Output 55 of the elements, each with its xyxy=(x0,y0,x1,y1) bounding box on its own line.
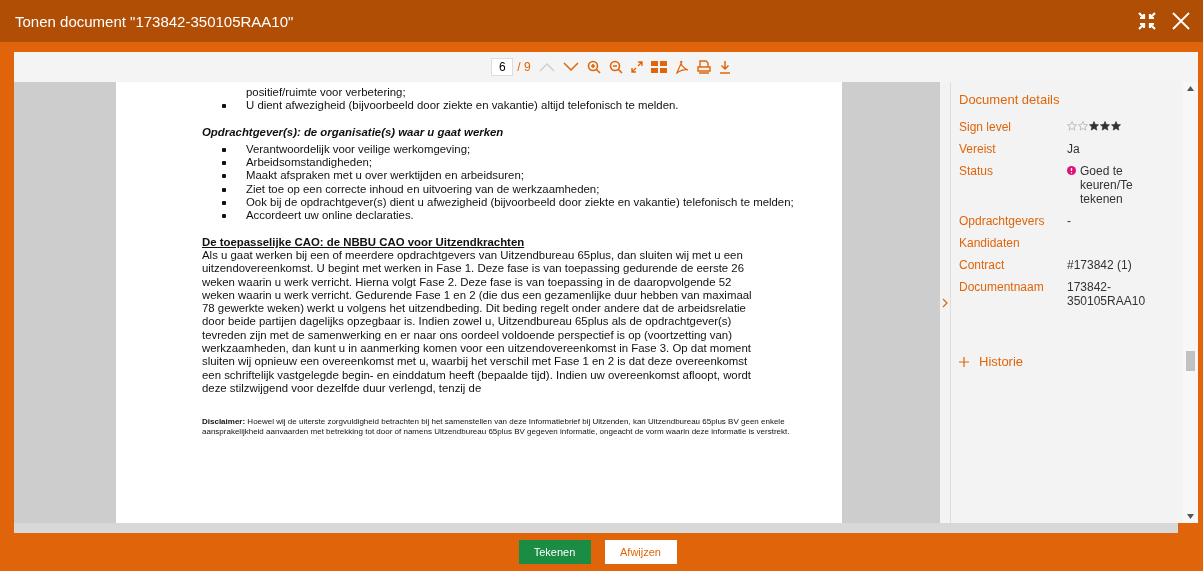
list-item-text: Maakt afspraken met u over werktijden en arbeidsuren; xyxy=(246,169,524,183)
field-value: #173842 (1) xyxy=(1067,258,1133,272)
field-label: Sign level xyxy=(959,120,1013,134)
list-item-text: Accordeert uw online declaraties. xyxy=(246,209,414,223)
section-heading: De toepasselijke CAO: de NBBU CAO voor Uitzendkrachten xyxy=(202,235,525,249)
scrollbar-thumb[interactable] xyxy=(1186,351,1195,371)
field-value: 173842-350105RAA10 xyxy=(1067,280,1147,308)
page-number-field[interactable]: 6 xyxy=(491,58,514,76)
star-filled-icon xyxy=(1111,121,1121,131)
window-title: Tonen document "173842-350105RAA10" xyxy=(15,12,294,30)
grid-icon[interactable] xyxy=(650,61,667,73)
scrollbar[interactable] xyxy=(1183,82,1198,523)
history-toggle[interactable]: Historie xyxy=(959,354,1170,369)
scroll-up-icon[interactable] xyxy=(1187,86,1194,91)
star-filled-icon xyxy=(1089,121,1099,131)
star-outline-icon xyxy=(1078,121,1088,131)
status-text: Goed te keuren/Te tekenen xyxy=(1080,164,1134,206)
list-item-text: positief/ruimte voor verbetering; xyxy=(246,86,406,100)
download-icon[interactable] xyxy=(718,60,731,74)
print-icon[interactable] xyxy=(696,60,711,74)
pdf-icon[interactable] xyxy=(674,60,689,74)
field-value: - xyxy=(1067,214,1072,228)
list-item-text: Ziet toe op een correcte inhoud en uitvoering van de werkzaamheden; xyxy=(246,182,600,197)
panel-toggle[interactable] xyxy=(940,82,951,523)
alert-icon xyxy=(1067,166,1076,175)
reject-button[interactable]: Afwijzen xyxy=(604,540,677,564)
plus-icon xyxy=(959,356,969,367)
list-item-text: U dient afwezigheid (bijvoorbeeld door ziekte en vakantie) altijd telefonisch te melden. xyxy=(246,99,679,113)
list-item-text: Verantwoordelijk voor veilige werkomgeving; xyxy=(246,142,471,157)
zoom-in-icon[interactable] xyxy=(586,60,601,74)
field-label: Kandidaten xyxy=(959,236,1021,250)
zoom-out-icon[interactable] xyxy=(608,60,623,74)
scroll-down-icon[interactable] xyxy=(1187,514,1194,519)
field-label: Status xyxy=(959,164,995,180)
star-filled-icon xyxy=(1100,121,1110,131)
list-item-text: Arbeidsomstandigheden; xyxy=(246,156,372,170)
disclaimer-text: Disclaimer: Hoewel wij de uiterste zorgvuldigheid betrachten bij het samenstellen van deze Informatiebrief bij Uitzenden, kan Uitzendbureau 65plus BV geen enkele aansprakelijkheid aanvaarden met betrekking tot door of namens Uitzendbureau 65plus BV gegeven informatie, ongeacht de vorm waarin deze informatie is verstrekt. xyxy=(202,417,791,437)
section-heading: Opdrachtgever(s): de organisatie(s) waar u gaat werken xyxy=(202,125,505,139)
close-icon[interactable] xyxy=(1171,11,1191,31)
field-label: Contract xyxy=(959,258,1006,272)
field-label: Opdrachtgevers xyxy=(959,214,1046,228)
sign-button[interactable]: Tekenen xyxy=(518,540,591,564)
field-value: Ja xyxy=(1067,142,1081,156)
chevron-right-icon xyxy=(942,297,948,308)
page-count: / 9 xyxy=(517,60,531,74)
chevron-down-icon[interactable] xyxy=(562,62,579,72)
field-label: Documentnaam xyxy=(959,280,1045,296)
list-item-text: Ook bij de opdrachtgever(s) dient u afwezigheid (bijvoorbeeld door ziekte en vakantie) telefonisch te melden; xyxy=(246,196,794,210)
horizontal-scrollbar[interactable] xyxy=(14,523,1178,533)
collapse-icon[interactable] xyxy=(1137,11,1157,31)
paragraph: Als u gaat werken bij een of meerdere opdrachtgevers van Uitzendbureau 65plus, dan sluiten wij met u een uitzendovereenkomst. U begint met werken in Fase 1. Deze fase is van toepassing gedurende de eerste 26 weken waarin u werk verricht. Hierna volgt Fase 2. Deze fase is van toepassing in de daaropvolgende 52 weken waarin u werk verricht. Gedurende Fase 1 en 2 (die dus een gezamenlijke duur hebben van maximaal 78 gewerkte weken) werkt u volgens het uitzendbeding. Dit beding regelt onder andere dat de arbeidsrelatie door beide partijen dagelijks opzegbaar is. Indien zowel u, Uitzendbureau 65plus als de opdrachtgever(s) tevreden zijn met de samenwerking en er naar ons oordeel voldoende perspectief is op (voortzetting van) werkzaamheden, dan kunt u in aanmerking komen voor een uitzendovereenkomst in Fase 3. Op dat moment sluiten wij opnieuw een overeenkomst met u, waarbij het verschil met Fase 1 en 2 is dat deze overeenkomst een schriftelijk vastgelegde begin- en einddatum heeft (bepaalde tijd). Indien uw overeenkomst afloopt, wordt deze stilzwijgend voor dezelfde duur verlengd, tenzij de xyxy=(202,248,753,396)
field-label: Vereist xyxy=(959,142,997,156)
star-outline-icon xyxy=(1067,121,1077,131)
expand-icon[interactable] xyxy=(630,61,643,73)
panel-title: Document details xyxy=(959,92,1061,107)
